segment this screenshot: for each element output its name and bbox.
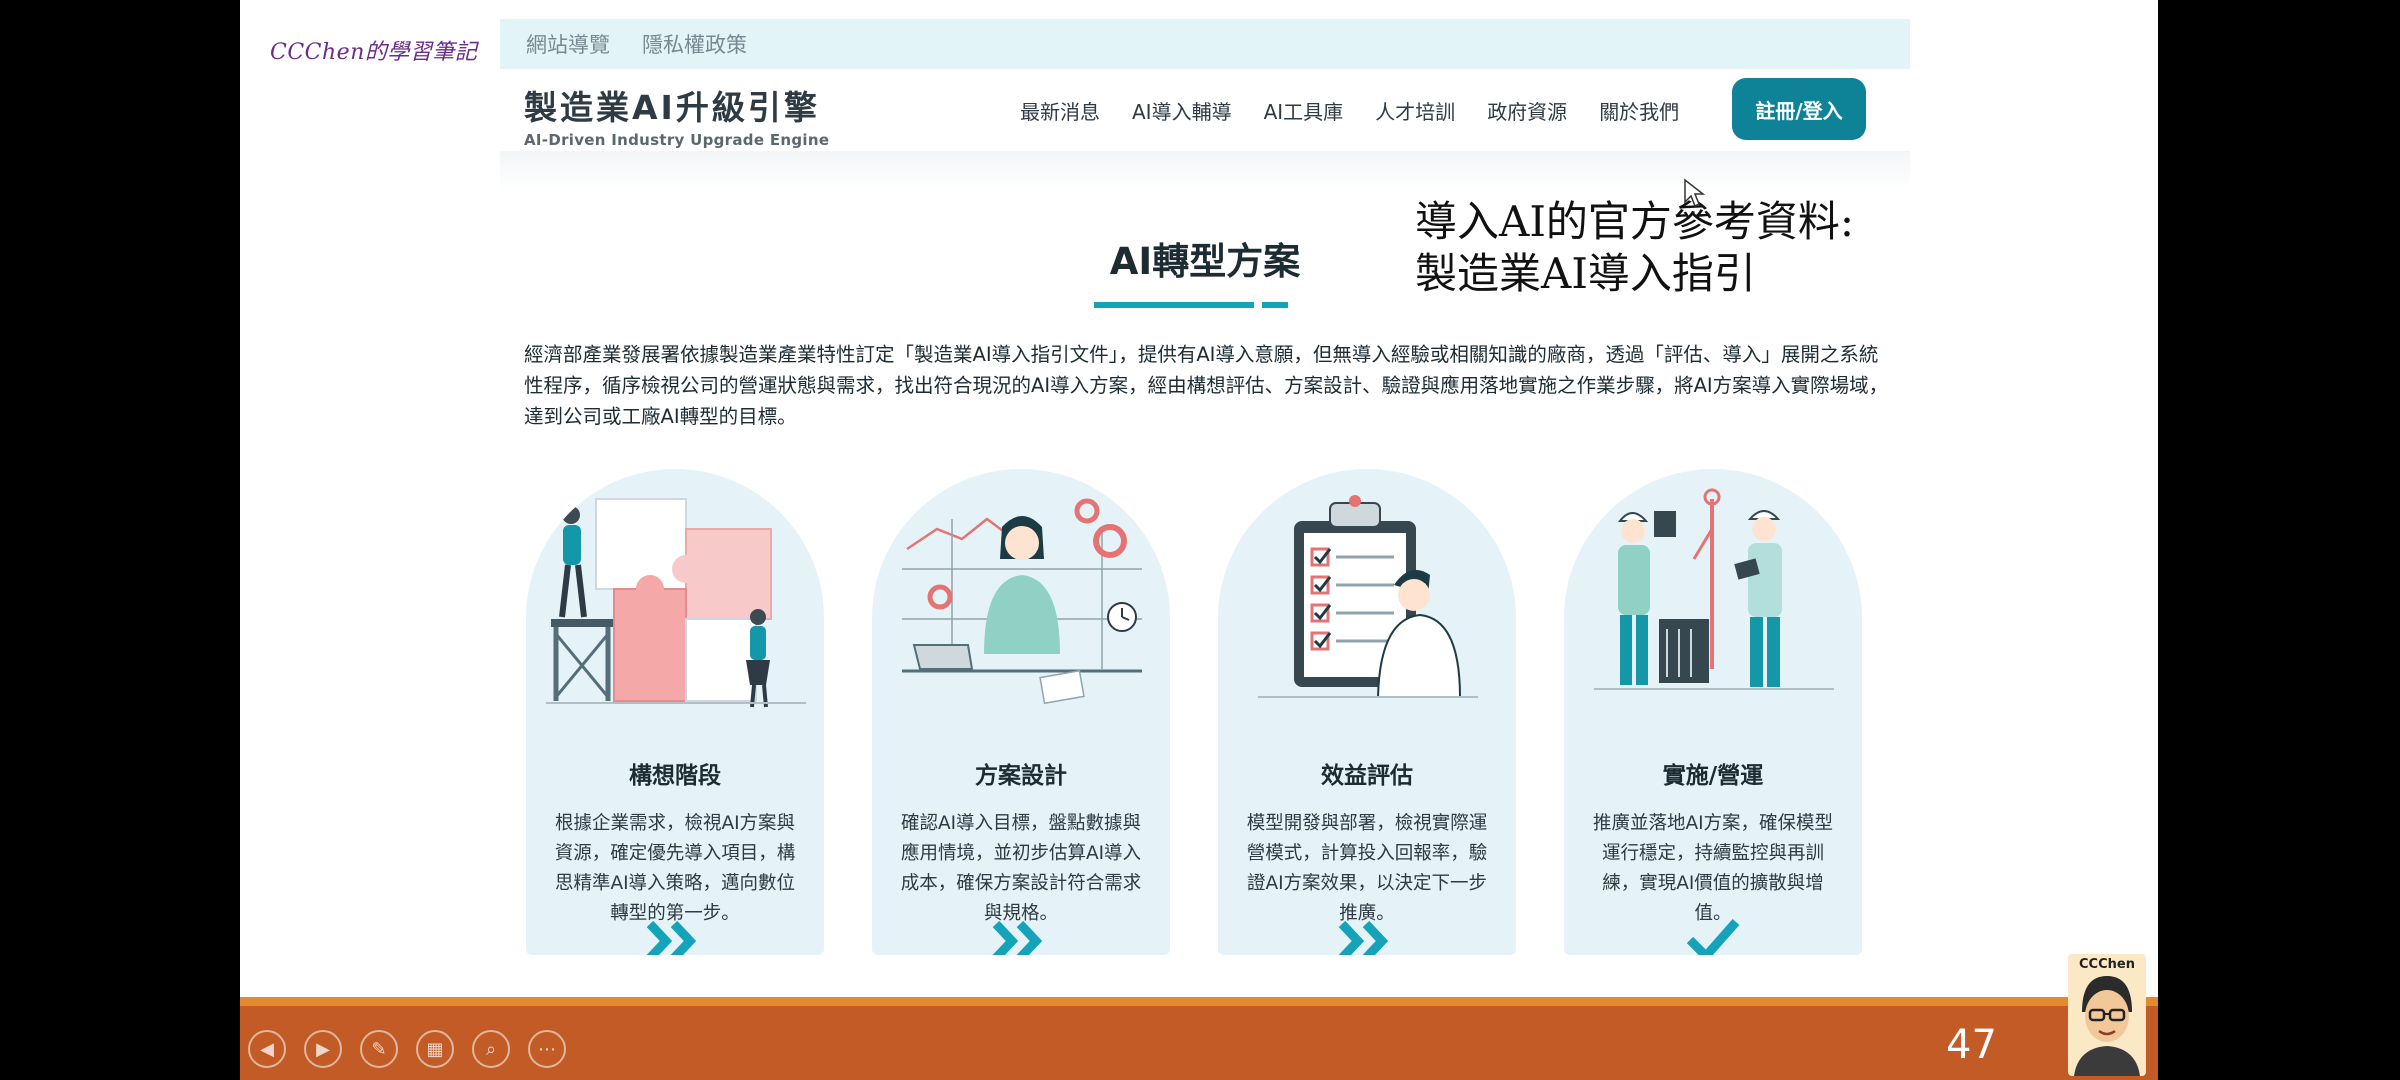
card-operation[interactable]: 實施/營運 推廣並落地AI方案，確保模型運行穩定，持續監控與再訓練，實現AI價值… <box>1564 469 1862 955</box>
double-chevron-icon[interactable] <box>990 916 1052 955</box>
nav-item-about[interactable]: 關於我們 <box>1599 96 1679 125</box>
checklist-illustration <box>1258 495 1478 698</box>
card-description: 根據企業需求，檢視AI方案與資源，確定優先導入項目，構思精準AI導入策略，邁向數… <box>554 813 796 924</box>
intro-paragraph: 經濟部產業發展署依據製造業產業特性訂定「製造業AI導入指引文件」，提供有AI導入… <box>524 343 1889 428</box>
signin-button[interactable]: 註冊/登入 <box>1732 78 1866 140</box>
nav-item-gov-resources[interactable]: 政府資源 <box>1487 96 1567 125</box>
card-title: 效益評估 <box>1321 763 1413 789</box>
checkmark-icon[interactable] <box>1682 916 1744 955</box>
annotation-note: 導入AI的官方參考資料: 製造業AI導入指引 <box>1415 196 1854 300</box>
card-evaluation[interactable]: 效益評估 模型開發與部署，檢視實際運營模式，計算投入回報率，驗證AI方案效果，以… <box>1218 469 1516 955</box>
card-description: 模型開發與部署，檢視實際運營模式，計算投入回報率，驗證AI方案效果，以決定下一步… <box>1246 813 1488 924</box>
nav-item-ai-tools[interactable]: AI工具庫 <box>1264 96 1344 125</box>
card-title: 構想階段 <box>629 763 721 789</box>
card-title: 方案設計 <box>975 763 1067 789</box>
logo-subtitle: AI-Driven Industry Upgrade Engine <box>524 131 830 149</box>
more-icon[interactable]: ⋯ <box>528 1030 566 1068</box>
utility-bar: 網站導覽 隱私權政策 <box>500 19 1910 69</box>
card-description: 確認AI導入目標，盤點數據與應用情境，並初步估算AI導入成本，確保方案設計符合需… <box>900 813 1142 924</box>
planning-illustration <box>902 498 1142 705</box>
puzzle-illustration <box>546 498 806 708</box>
slide: CCChen的學習筆記 網站導覽 隱私權政策 製造業AI升級引擎 AI-Driv… <box>240 0 2158 1080</box>
privacy-link[interactable]: 隱私權政策 <box>642 29 747 59</box>
page-number: 47 <box>1946 1022 1997 1068</box>
mouse-cursor-icon <box>1684 178 1705 208</box>
nav-item-news[interactable]: 最新消息 <box>1020 96 1100 125</box>
cartoon-face-icon <box>2074 976 2140 1076</box>
site-header: 製造業AI升級引擎 AI-Driven Industry Upgrade Eng… <box>500 69 1910 152</box>
logo-title: 製造業AI升級引擎 <box>524 88 820 127</box>
title-underline <box>1094 302 1254 308</box>
site-logo[interactable]: 製造業AI升級引擎 AI-Driven Industry Upgrade Eng… <box>524 81 829 149</box>
double-chevron-icon[interactable] <box>644 916 706 955</box>
slideshow-bar <box>240 997 2158 1080</box>
zoom-icon[interactable]: ⌕ <box>472 1030 510 1068</box>
main-nav: 最新消息 AI導入輔導 AI工具庫 人才培訓 政府資源 關於我們 <box>1020 69 1679 151</box>
website-screenshot: 網站導覽 隱私權政策 製造業AI升級引擎 AI-Driven Industry … <box>500 19 1910 999</box>
double-chevron-icon[interactable] <box>1336 916 1398 955</box>
card-title: 實施/營運 <box>1662 763 1764 789</box>
card-ideation[interactable]: 構想階段 根據企業需求，檢視AI方案與資源，確定優先導入項目，構思精準AI導入策… <box>526 469 824 955</box>
pen-icon[interactable]: ✎ <box>360 1030 398 1068</box>
note-line-2: 製造業AI導入指引 <box>1415 249 1756 298</box>
nav-item-ai-guidance[interactable]: AI導入輔導 <box>1132 96 1232 125</box>
sitemap-link[interactable]: 網站導覽 <box>526 29 610 59</box>
next-icon[interactable]: ▶ <box>304 1030 342 1068</box>
card-description: 推廣並落地AI方案，確保模型運行穩定，持續監控與再訓練，實現AI價值的擴散與增值… <box>1592 813 1834 924</box>
title-underline-dot <box>1262 302 1288 308</box>
card-design[interactable]: 方案設計 確認AI導入目標，盤點數據與應用情境，並初步估算AI導入成本，確保方案… <box>872 469 1170 955</box>
engineers-illustration <box>1594 488 1834 690</box>
previous-icon[interactable]: ◀ <box>248 1030 286 1068</box>
note-line-1: 導入AI的官方參考資料: <box>1415 197 1855 246</box>
slides-icon[interactable]: ▦ <box>416 1030 454 1068</box>
nav-item-training[interactable]: 人才培訓 <box>1375 96 1455 125</box>
brand-label: CCChen的學習筆記 <box>270 40 478 65</box>
presenter-avatar: CCChen <box>2068 954 2146 1076</box>
